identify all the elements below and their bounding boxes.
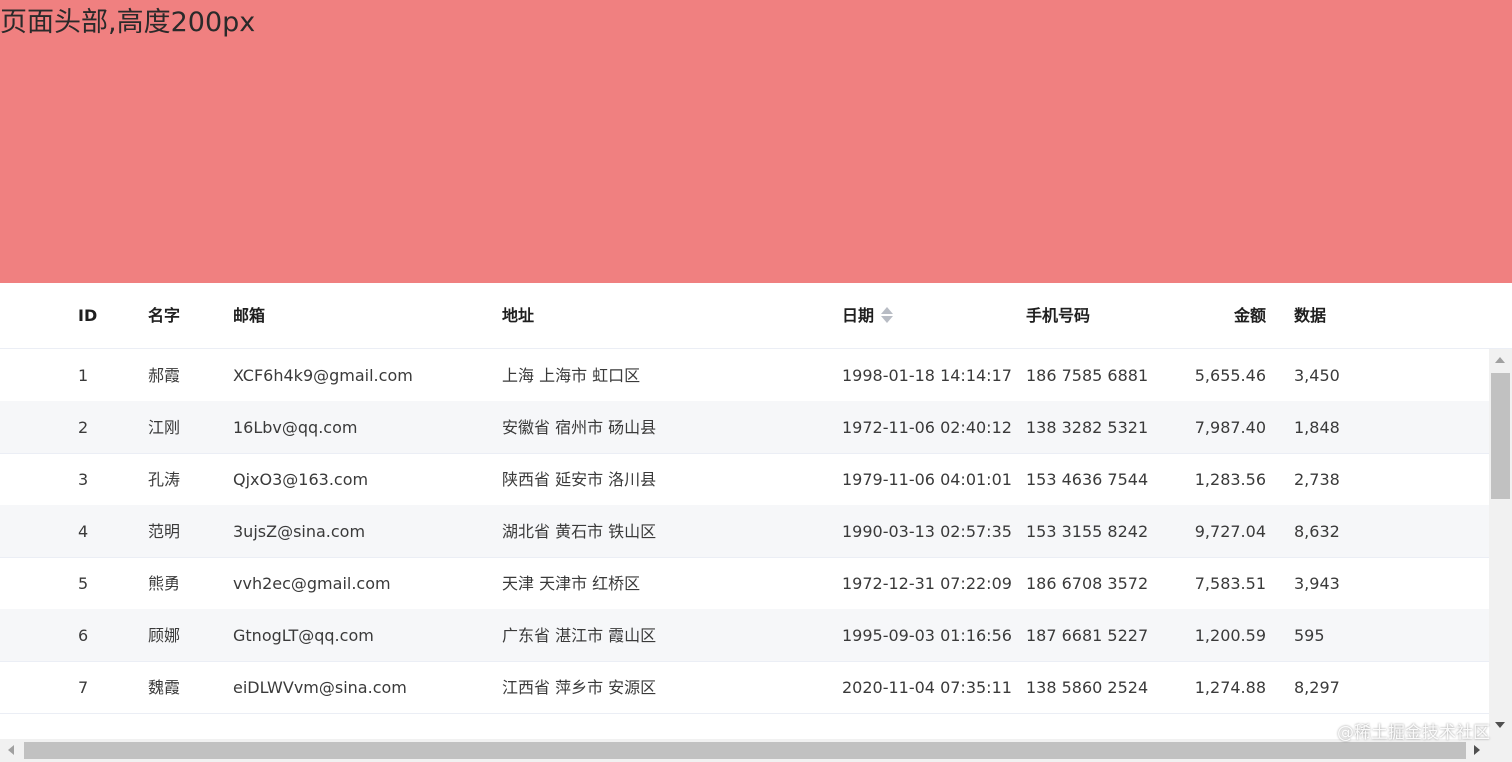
cell-amount: 1,283.56 xyxy=(1194,470,1266,489)
table-row[interactable]: 7 魏霞 eiDLWVvm@sina.com 江西省 萍乡市 安源区 2020-… xyxy=(0,661,1489,714)
table-row[interactable]: 2 江刚 16Lbv@qq.com 安徽省 宿州市 砀山县 1972-11-06… xyxy=(0,401,1489,454)
scroll-up-arrow-icon[interactable] xyxy=(1495,357,1505,363)
cell-date: 1995-09-03 01:16:56 xyxy=(842,626,1012,645)
cell-address: 安徽省 宿州市 砀山县 xyxy=(502,418,657,437)
cell-date: 1972-11-06 02:40:12 xyxy=(842,418,1012,437)
cell-date: 1972-12-31 07:22:09 xyxy=(842,574,1012,593)
cell-amount: 1,200.59 xyxy=(1194,626,1266,645)
vertical-scrollbar-thumb[interactable] xyxy=(1491,373,1510,499)
vertical-scrollbar[interactable] xyxy=(1489,349,1512,739)
cell-phone: 138 5860 2524 xyxy=(1026,678,1149,697)
cell-id: 5 xyxy=(78,574,89,593)
scroll-right-arrow-icon[interactable] xyxy=(1474,745,1480,755)
cell-address: 湖北省 黄石市 铁山区 xyxy=(502,522,657,541)
cell-email: XCF6h4k9@gmail.com xyxy=(233,366,413,385)
column-header-phone[interactable]: 手机号码 xyxy=(1026,283,1090,348)
cell-email: 3ujsZ@sina.com xyxy=(233,522,366,541)
horizontal-scrollbar-thumb[interactable] xyxy=(24,742,1466,759)
page-header-title: 页面头部,高度200px xyxy=(0,7,256,38)
column-header-amount[interactable]: 金额 xyxy=(1166,283,1266,348)
cell-id: 2 xyxy=(78,418,89,437)
cell-amount: 7,987.40 xyxy=(1194,418,1266,437)
cell-phone: 187 6681 5227 xyxy=(1026,626,1149,645)
column-header-date[interactable]: 日期 xyxy=(842,283,894,348)
cell-date: 1998-01-18 14:14:17 xyxy=(842,366,1012,385)
cell-id: 7 xyxy=(78,678,89,697)
column-header-address[interactable]: 地址 xyxy=(502,283,534,348)
cell-address: 江西省 萍乡市 安源区 xyxy=(502,678,657,697)
cell-address: 陕西省 延安市 洛川县 xyxy=(502,470,657,489)
cell-phone: 186 7585 6881 xyxy=(1026,366,1149,385)
cell-name: 孔涛 xyxy=(148,470,181,489)
cell-id: 6 xyxy=(78,626,89,645)
cell-data: 8,297 xyxy=(1294,678,1340,697)
cell-data: 3,943 xyxy=(1294,574,1340,593)
table-row[interactable]: 1 郝霞 XCF6h4k9@gmail.com 上海 上海市 虹口区 1998-… xyxy=(0,349,1489,402)
cell-name: 顾娜 xyxy=(148,626,181,645)
table-header-row: ID 名字 邮箱 地址 日期 手机号码 金额 数据 xyxy=(0,283,1512,349)
page: 页面头部,高度200px ID 名字 邮箱 地址 日期 手机号码 金额 数据 1… xyxy=(0,0,1512,762)
cell-id: 4 xyxy=(78,522,89,541)
cell-phone: 186 6708 3572 xyxy=(1026,574,1149,593)
cell-name: 熊勇 xyxy=(148,574,181,593)
table-row[interactable]: 3 孔涛 QjxO3@163.com 陕西省 延安市 洛川县 1979-11-0… xyxy=(0,453,1489,506)
cell-amount: 9,727.04 xyxy=(1194,522,1266,541)
cell-amount: 1,274.88 xyxy=(1194,678,1266,697)
cell-email: GtnogLT@qq.com xyxy=(233,626,374,645)
cell-data: 1,848 xyxy=(1294,418,1340,437)
table-row[interactable]: 5 熊勇 vvh2ec@gmail.com 天津 天津市 红桥区 1972-12… xyxy=(0,557,1489,610)
column-header-date-label: 日期 xyxy=(842,306,875,325)
cell-phone: 138 3282 5321 xyxy=(1026,418,1149,437)
column-header-id[interactable]: ID xyxy=(78,283,97,348)
cell-data: 8,632 xyxy=(1294,522,1340,541)
cell-data: 595 xyxy=(1294,626,1325,645)
cell-data: 3,450 xyxy=(1294,366,1340,385)
cell-email: vvh2ec@gmail.com xyxy=(233,574,391,593)
table-row[interactable]: 6 顾娜 GtnogLT@qq.com 广东省 湛江市 霞山区 1995-09-… xyxy=(0,609,1489,662)
cell-email: eiDLWVvm@sina.com xyxy=(233,678,407,697)
cell-address: 天津 天津市 红桥区 xyxy=(502,574,641,593)
scroll-left-arrow-icon[interactable] xyxy=(8,745,14,755)
page-header: 页面头部,高度200px xyxy=(0,0,1512,283)
scroll-down-arrow-icon[interactable] xyxy=(1495,722,1505,728)
cell-name: 魏霞 xyxy=(148,678,181,697)
table-body[interactable]: 1 郝霞 XCF6h4k9@gmail.com 上海 上海市 虹口区 1998-… xyxy=(0,349,1489,739)
cell-email: 16Lbv@qq.com xyxy=(233,418,358,437)
cell-name: 郝霞 xyxy=(148,366,181,385)
cell-address: 广东省 湛江市 霞山区 xyxy=(502,626,657,645)
column-header-data[interactable]: 数据 xyxy=(1294,283,1326,348)
table-row[interactable]: 4 范明 3ujsZ@sina.com 湖北省 黄石市 铁山区 1990-03-… xyxy=(0,505,1489,558)
cell-phone: 153 4636 7544 xyxy=(1026,470,1149,489)
cell-name: 范明 xyxy=(148,522,181,541)
cell-date: 1979-11-06 04:01:01 xyxy=(842,470,1012,489)
horizontal-scrollbar[interactable] xyxy=(0,739,1489,762)
cell-data: 2,738 xyxy=(1294,470,1340,489)
cell-amount: 7,583.51 xyxy=(1194,574,1266,593)
cell-date: 2020-11-04 07:35:11 xyxy=(842,678,1012,697)
cell-address: 上海 上海市 虹口区 xyxy=(502,366,641,385)
column-header-email[interactable]: 邮箱 xyxy=(233,283,265,348)
cell-id: 3 xyxy=(78,470,89,489)
cell-date: 1990-03-13 02:57:35 xyxy=(842,522,1012,541)
cell-id: 1 xyxy=(78,366,89,385)
sort-caret-icon[interactable] xyxy=(880,305,894,325)
data-table: ID 名字 邮箱 地址 日期 手机号码 金额 数据 1 郝霞 XCF6h4k9@… xyxy=(0,283,1512,762)
cell-email: QjxO3@163.com xyxy=(233,470,369,489)
watermark: @稀土掘金技术社区 xyxy=(1337,723,1490,743)
cell-phone: 153 3155 8242 xyxy=(1026,522,1149,541)
cell-name: 江刚 xyxy=(148,418,181,437)
scrollbar-corner xyxy=(1489,739,1512,762)
cell-amount: 5,655.46 xyxy=(1194,366,1266,385)
column-header-name[interactable]: 名字 xyxy=(148,283,180,348)
